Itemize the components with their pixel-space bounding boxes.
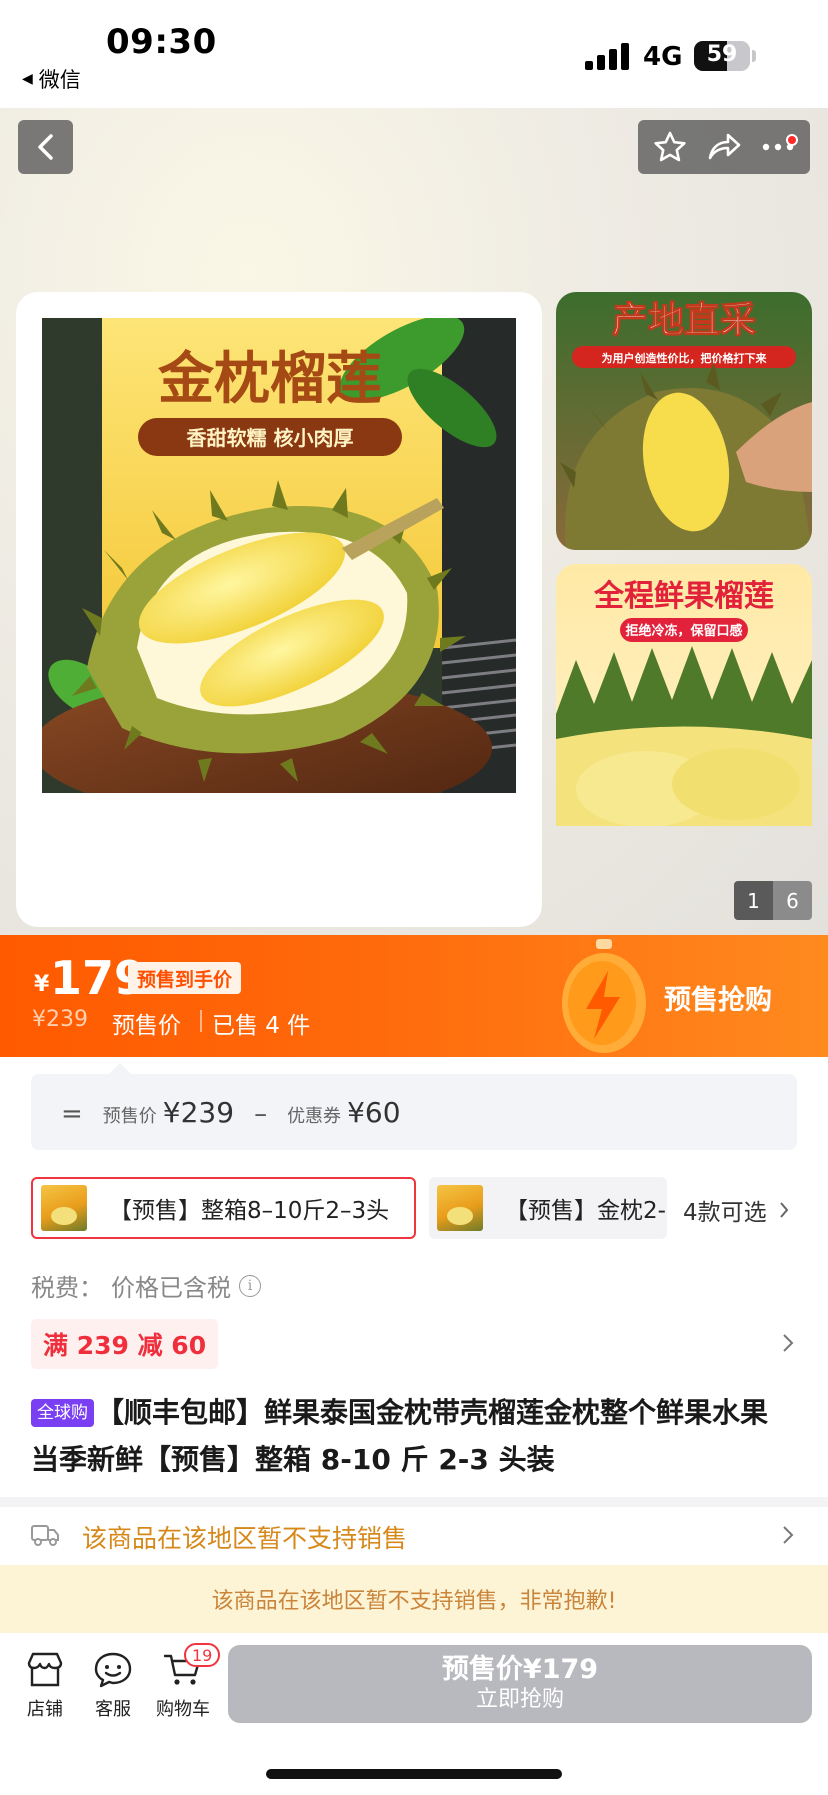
tax-label: 税费： [31,1274,103,1302]
customer-service-label: 客服 [95,1699,131,1720]
thumbnail-image-origin[interactable]: 产地直采 为用户创造性价比，把价格打下来 [556,292,812,550]
minus-sign: – [254,1099,268,1129]
back-to-wechat[interactable]: ◀ 微信 [22,64,81,94]
battery-level: 59 [706,42,738,67]
main-image-headline: 金枕榴莲 [157,347,382,412]
thumb2-subline: 拒绝冷冻，保留口感 [625,623,742,639]
cart-button[interactable]: 购物车 19 [148,1643,221,1721]
home-indicator[interactable] [266,1769,562,1779]
presale-price-banner: ¥ 179 预售到手价 ¥239 预售价 已售 4 件 预售抢购 [0,935,828,1057]
divider [200,1010,202,1032]
more-variants-link[interactable]: 4款可选 [683,1193,789,1227]
share-icon[interactable] [706,131,742,163]
back-app-label: 微信 [38,68,81,92]
tax-value: 价格已含税 [111,1274,231,1302]
product-info: = 预售价 ¥239 – 优惠券 ¥60 【预售】整箱8–10斤2–3头 【预售… [0,1057,828,1497]
product-gallery[interactable]: 金枕榴莲 香甜软糯 核小肉厚 产地直采 为用户创造性价比，把价格打下来 全程鲜果… [0,108,828,935]
back-button[interactable] [18,120,73,174]
store-icon [27,1652,63,1687]
presale-rush-label: 预售抢购 [664,985,772,1016]
lightning-timer-icon [562,939,646,1053]
promotion-badge[interactable]: 满 239 减 60 [31,1319,219,1369]
variant-label: 【预售】整箱8–10斤2–3头 [109,1198,390,1224]
chevron-right-icon[interactable] [782,1333,794,1353]
region-unavailable-text: 该商品在该地区暂不支持销售 [82,1524,408,1553]
bottom-action-bar: 店铺 客服 购物车 19 预售价¥179 立即抢购 [0,1633,828,1795]
variant-option-selected[interactable]: 【预售】整箱8–10斤2–3头 [31,1177,416,1239]
coupon-label: 优惠券 [287,1106,342,1127]
chevron-left-icon [37,134,53,160]
network-type: 4G [643,42,683,72]
unavailable-notice: 该商品在该地区暂不支持销售，非常抱歉! [0,1565,828,1633]
main-image-subline: 香甜软糯 核小肉厚 [187,426,354,450]
cart-label: 购物车 [156,1699,210,1720]
variant-thumbnail [437,1185,483,1231]
product-title: 【顺丰包邮】鲜果泰国金枕带壳榴莲金枕整个鲜果水果当季新鲜【预售】整箱 8-10 … [31,1396,769,1476]
main-product-image[interactable]: 金枕榴莲 香甜软糯 核小肉厚 [42,318,516,793]
original-price-label: 预售价 [112,1013,181,1039]
tax-info: 税费： 价格已含税 i [31,1268,261,1303]
product-title-block: 全球购 【顺丰包邮】鲜果泰国金枕带壳榴莲金枕整个鲜果水果当季新鲜【预售】整箱 8-… [31,1389,791,1483]
notification-dot [786,134,798,146]
favorite-star-icon[interactable] [653,130,687,164]
thumbnail-image-fresh[interactable]: 全程鲜果榴莲 拒绝冷冻，保留口感 [556,564,812,926]
currency-symbol: ¥ [34,972,50,997]
buy-button-price: 预售价¥179 [441,1654,599,1685]
cart-count-badge: 19 [184,1643,221,1667]
more-variants-label: 4款可选 [683,1200,767,1226]
thumb1-headline: 产地直采 [612,300,756,341]
image-watermark: 风华笔墨、 [322,851,453,880]
coupon-value: ¥60 [347,1096,401,1129]
info-icon[interactable]: i [239,1274,261,1297]
back-triangle-icon: ◀ [22,71,33,87]
customer-service-icon [94,1652,132,1688]
pager-current: 1 [734,881,773,920]
thumb1-subline: 为用户创造性价比，把价格打下来 [602,351,768,365]
variant-thumbnail [41,1185,87,1231]
chevron-right-icon [783,1526,794,1544]
delivery-region-row[interactable]: 该商品在该地区暂不支持销售 [0,1507,828,1565]
original-price: ¥239 [32,1007,88,1032]
presale-buy-button[interactable]: 预售价¥179 立即抢购 [228,1645,812,1723]
thumb2-headline: 全程鲜果榴莲 [593,579,774,614]
delivery-truck-icon [31,1525,59,1546]
buy-button-label: 立即抢购 [475,1687,564,1712]
global-purchase-badge: 全球购 [31,1399,94,1427]
variant-label: 【预售】金枕2- [505,1198,666,1224]
status-time: 09:30 [106,22,217,62]
variant-option[interactable]: 【预售】金枕2- [429,1177,667,1239]
price-tag-badge: 预售到手价 [128,962,242,994]
signal-icon [585,42,631,70]
battery-icon: 59 [694,41,750,71]
equals-sign: = [61,1099,83,1129]
top-actions [638,120,810,174]
store-label: 店铺 [27,1699,63,1720]
presale-price-label: 预售价 [102,1106,157,1127]
variant-selector: 【预售】整箱8–10斤2–3头 【预售】金枕2- 4款可选 [31,1177,821,1239]
price-breakdown: = 预售价 ¥239 – 优惠券 ¥60 [31,1074,797,1150]
status-bar: 09:30 ◀ 微信 4G 59 [0,0,828,108]
chevron-right-icon [779,1202,788,1218]
pager-total: 6 [773,881,812,920]
image-pager: 1 6 [734,881,812,920]
store-button[interactable]: 店铺 [10,1651,80,1721]
sold-count: 已售 4 件 [212,1013,311,1039]
customer-service-button[interactable]: 客服 [78,1651,148,1721]
presale-price-value: ¥239 [162,1096,235,1129]
